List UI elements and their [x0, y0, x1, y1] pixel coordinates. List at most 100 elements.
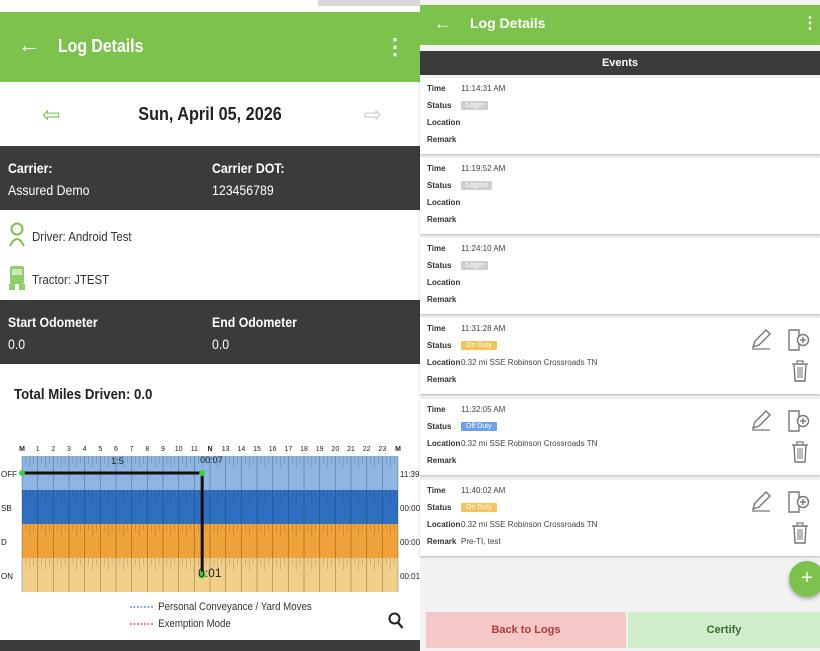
hour-tick-label: 14 [237, 446, 245, 453]
event-location-row: Location [427, 118, 461, 127]
event-status-label: Status [427, 503, 452, 512]
event-location-value: 0.32 mi SSE Robinson Crossroads TN [461, 358, 598, 367]
event-time-row: Time 11:32:05 AM [427, 405, 505, 414]
event-location-label: Location [427, 118, 461, 127]
event-time-value: 11:31:28 AM [461, 324, 506, 333]
more-vert-icon[interactable]: ⋮ [802, 13, 818, 33]
event-remark-label: Remark [427, 135, 457, 144]
trash-icon[interactable] [790, 441, 810, 463]
end-odometer-value: 0.0 [212, 336, 230, 352]
event-status-row: Status On Duty [427, 503, 497, 512]
event-card[interactable]: Time 11:14:31 AM Status Login Location Remark [420, 78, 820, 154]
duty-row-label: OFF [1, 470, 17, 479]
carrier-dot-label: Carrier DOT: [212, 160, 285, 176]
edit-pencil-icon[interactable] [750, 409, 772, 431]
tractor-id: Tractor: JTEST [32, 272, 110, 287]
event-remark-row: Remark Pre-TI, test [427, 537, 501, 546]
add-note-icon[interactable] [786, 490, 812, 514]
status-point [199, 470, 206, 476]
event-time-label: Time [427, 324, 446, 333]
edit-pencil-icon[interactable] [750, 490, 772, 512]
start-odometer-label: Start Odometer [8, 314, 98, 330]
edit-pencil-icon[interactable] [750, 328, 772, 350]
overlay-duration: 00:07 [200, 455, 223, 465]
event-time-value: 11:32:05 AM [461, 405, 506, 414]
event-card[interactable]: Time 11:40:02 AM Status On Duty Location 0.32… [420, 480, 820, 556]
hour-tick-label: 23 [378, 446, 386, 453]
start-odometer-value: 0.0 [8, 336, 26, 352]
event-location-label: Location [427, 439, 461, 448]
search-icon[interactable] [388, 612, 404, 635]
back-arrow-icon[interactable]: ← [434, 14, 451, 34]
duty-row-total: 00:00 [400, 504, 420, 513]
hour-tick-label: 18 [300, 446, 308, 453]
graph-legend: Personal Conveyance / Yard Moves Exempti… [130, 598, 336, 632]
event-remark-value: Pre-TI, test [461, 537, 501, 546]
trash-icon[interactable] [790, 360, 810, 382]
overlay-duration: 0:01 [198, 566, 222, 580]
event-status-row: Status Login [427, 261, 489, 270]
event-time-row: Time 11:31:28 AM [427, 324, 505, 333]
hour-tick-label: M [395, 446, 401, 453]
event-status-label: Status [427, 181, 452, 190]
event-status-row: Status Off Duty [427, 422, 497, 431]
carrier-label: Carrier: [8, 160, 53, 176]
event-location-label: Location [427, 358, 461, 367]
hour-tick-label: 21 [347, 446, 355, 453]
odometer-band: Start Odometer 0.0 End Odometer 0.0 [0, 300, 420, 364]
event-status-label: Status [427, 261, 452, 270]
event-location-row: Location 0.32 mi SSE Robinson Crossroads … [427, 439, 597, 448]
event-remark-row: Remark [427, 295, 461, 304]
more-vert-icon[interactable]: ⋮ [384, 34, 406, 60]
carrier-band: Carrier: Assured Demo Carrier DOT: 12345… [0, 146, 420, 210]
truck-icon [8, 264, 26, 295]
add-event-button[interactable]: + [789, 561, 820, 597]
hour-tick-label: 16 [269, 446, 277, 453]
event-card[interactable]: Time 11:32:05 AM Status Off Duty Location 0.3… [420, 399, 820, 475]
event-location-label: Location [427, 520, 461, 529]
event-status-row: Status Logout [427, 181, 493, 190]
duty-row-total: 11:39 [400, 470, 420, 479]
next-day-icon[interactable]: ⇨ [364, 102, 382, 128]
event-status-row: Status Login [427, 101, 489, 110]
total-miles: Total Miles Driven: 0.0 [14, 386, 153, 403]
event-card[interactable]: Time 11:19:52 AM Status Logout Location Remar… [420, 158, 820, 234]
certify-button[interactable]: Certify [628, 612, 820, 648]
event-time-value: 11:19:52 AM [461, 164, 506, 173]
event-time-label: Time [427, 405, 446, 414]
carrier-value: Assured Demo [8, 182, 90, 198]
event-remark-row: Remark [427, 456, 461, 465]
back-arrow-icon[interactable]: ← [18, 34, 40, 56]
event-status-label: Status [427, 422, 452, 431]
hour-tick-label: 20 [331, 446, 339, 453]
event-time-label: Time [427, 164, 446, 173]
duty-row-label: ON [1, 572, 13, 581]
tractor-row: Tractor: JTEST [8, 264, 120, 295]
trash-icon[interactable] [790, 522, 810, 544]
event-card[interactable]: Time 11:31:28 AM Status On Duty Location 0.32… [420, 318, 820, 394]
add-note-icon[interactable] [786, 328, 812, 352]
driver-row: Driver: Android Test [8, 222, 145, 251]
event-card[interactable]: Time 11:24:10 AM Status Login Location Remark [420, 238, 820, 314]
hour-tick-label: 22 [363, 446, 371, 453]
app-bar-events: ← Log Details ⋮ [420, 5, 820, 45]
end-odometer-label: End Odometer [212, 314, 297, 330]
event-location-row: Location 0.32 mi SSE Robinson Crossroads … [427, 358, 597, 367]
status-badge: Off Duty [461, 422, 497, 431]
event-location-value: 0.32 mi SSE Robinson Crossroads TN [461, 520, 598, 529]
event-status-label: Status [427, 101, 452, 110]
log-summary-screen: ← Log Details ⋮ ⇦ Sun, April 05, 2026 ⇨ … [0, 0, 646, 651]
back-to-logs-button[interactable]: Back to Logs [426, 612, 626, 648]
legend-pc-label: Personal Conveyance / Yard Moves [158, 600, 312, 613]
event-remark-label: Remark [427, 215, 457, 224]
hour-tick-label: 19 [316, 446, 324, 453]
event-remark-label: Remark [427, 375, 457, 384]
event-actions [750, 488, 820, 548]
events-screen: ← Log Details ⋮ Events Time 11:14:31 AM St… [420, 0, 820, 651]
add-note-icon[interactable] [786, 409, 812, 433]
hour-tick-label: 15 [253, 446, 261, 453]
event-time-value: 11:14:31 AM [461, 84, 506, 93]
event-status-row: Status On Duty [427, 341, 497, 350]
duty-row-total: 00:00 [400, 538, 420, 547]
event-time-label: Time [427, 486, 446, 495]
